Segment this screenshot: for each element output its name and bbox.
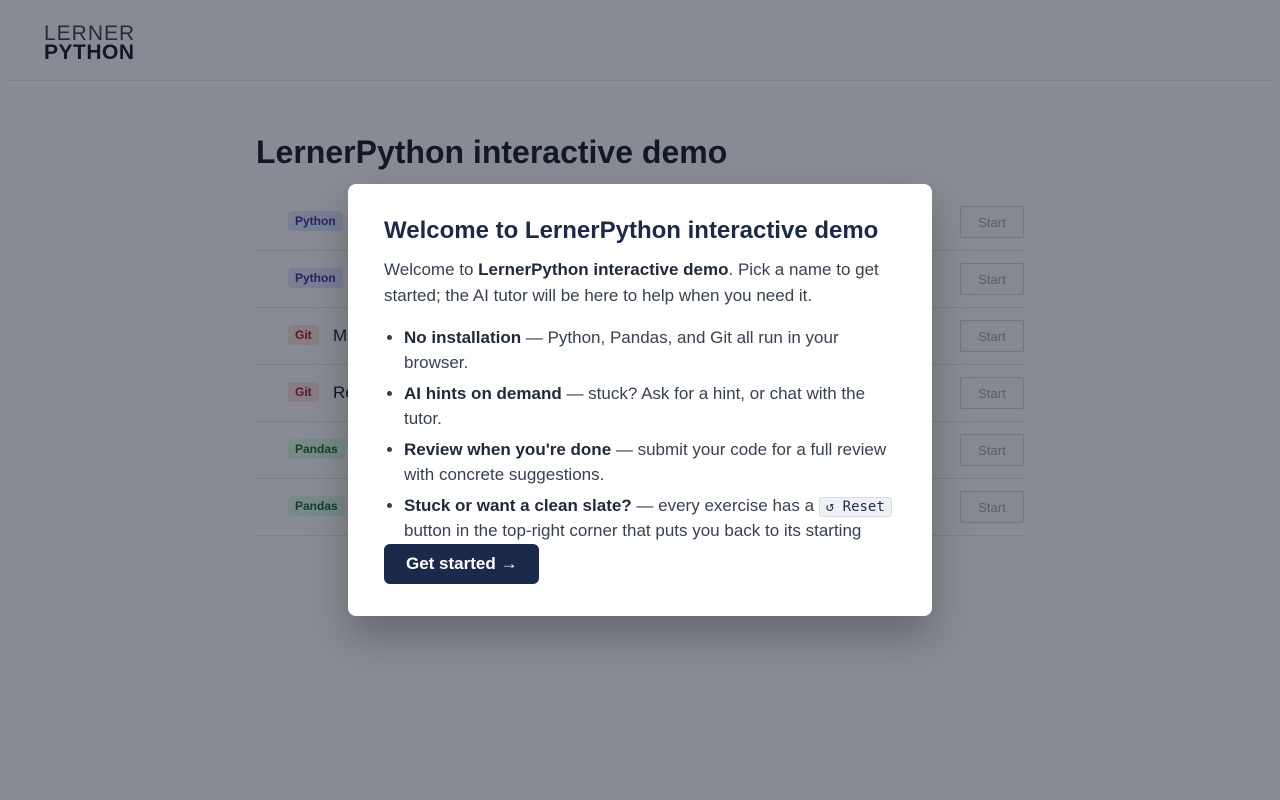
reset-chip: ↺ Reset xyxy=(818,497,892,517)
feature-heading: AI hints on demand xyxy=(404,384,562,403)
get-started-button[interactable]: Get started → xyxy=(384,544,540,584)
feature-heading: Review when you're done xyxy=(404,440,612,459)
intro-prefix: Welcome to xyxy=(384,260,479,279)
welcome-modal: Welcome to LernerPython interactive demo… xyxy=(348,184,932,616)
feature-heading: Stuck or want a clean slate? xyxy=(404,496,632,515)
feature-heading: No installation xyxy=(404,328,522,347)
feature-list: No installation — Python, Pandas, and Gi… xyxy=(384,325,896,568)
modal-intro: Welcome to LernerPython interactive demo… xyxy=(384,257,896,309)
modal-title: Welcome to LernerPython interactive demo xyxy=(384,217,879,244)
feature-text: — every exercise has a xyxy=(631,496,819,515)
feature-item: Review when you're done — submit your co… xyxy=(404,437,896,487)
feature-item: AI hints on demand — stuck? Ask for a hi… xyxy=(404,381,896,431)
feature-item: No installation — Python, Pandas, and Gi… xyxy=(404,325,896,375)
intro-bold: LernerPython interactive demo xyxy=(478,260,729,279)
